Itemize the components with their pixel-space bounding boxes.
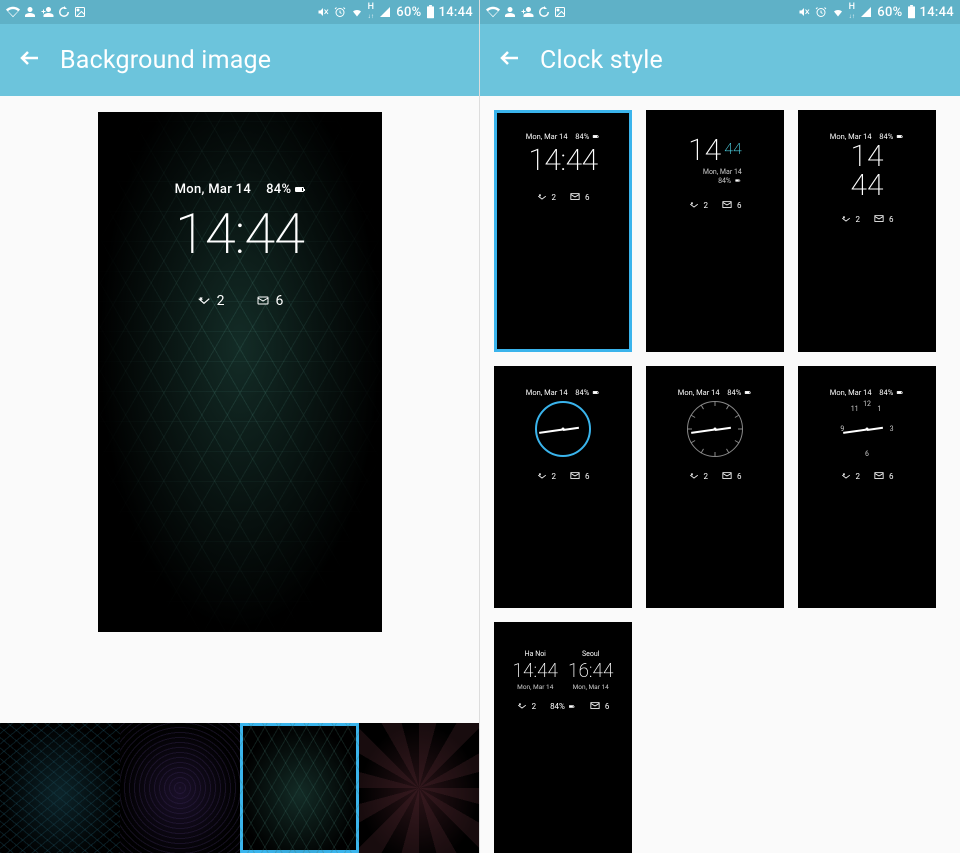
wallpaper-thumb-2[interactable] [120, 723, 240, 853]
style-grid: Mon, Mar 14 84% 14:44 2 6 1444 [494, 110, 958, 853]
signal-icon [859, 6, 873, 18]
clock-style-analog-1[interactable]: Mon, Mar 14 84% 2 6 [494, 366, 632, 608]
battery-mini-icon [569, 705, 574, 708]
signal-icon [378, 6, 392, 18]
back-button[interactable] [18, 46, 42, 74]
battery-mini-icon [897, 391, 902, 394]
wallpaper-thumb-4[interactable] [359, 723, 479, 853]
clock-style-digital-2[interactable]: 1444 Mon, Mar 14 84% 2 6 [646, 110, 784, 352]
wallpaper-preview: Mon, Mar 14 84% 14:44 2 6 [98, 112, 382, 632]
battery-mini-icon [745, 391, 750, 394]
left-pane: H↓↑ 60% 14:44 Background image Mon, Mar … [0, 0, 480, 853]
mute-icon [797, 6, 811, 18]
alarm-icon [815, 6, 827, 18]
missed-call-icon [517, 701, 527, 711]
message-icon [590, 701, 600, 711]
analog-clock-icon: 12 1 11 3 6 9 [839, 401, 895, 457]
missed-call-icon [537, 471, 547, 481]
page-title: Background image [60, 46, 271, 75]
message-icon [722, 471, 732, 481]
page-title: Clock style [540, 46, 663, 75]
message-icon [874, 214, 884, 224]
message-icon [570, 471, 580, 481]
status-bar: H↓↑ 60% 14:44 [0, 0, 479, 24]
back-arrow-icon [498, 46, 522, 70]
preview-notif-row: 2 6 [98, 293, 382, 309]
preview-time: 14:44 [98, 201, 382, 267]
missed-call-icon [196, 294, 212, 308]
battery-mini-icon [593, 135, 598, 138]
person-icon [504, 6, 516, 18]
missed-call-icon [689, 200, 699, 210]
style-time: 1444 Mon, Mar 14 84% [688, 136, 742, 186]
battery-pct: 60% [396, 5, 421, 20]
status-left-icons [6, 5, 86, 19]
gallery-icon [554, 6, 566, 18]
preview-battery: 84% [266, 182, 291, 197]
dual-clock: Ha Noi 14:44 Mon, Mar 14 Seoul 16:44 Mon… [513, 650, 614, 691]
wallpaper-thumb-1[interactable] [0, 723, 120, 853]
status-right-icons: H↓↑ 60% 14:44 [797, 3, 954, 21]
status-right-icons: H↓↑ 60% 14:44 [316, 3, 473, 21]
wifi-notif-icon [6, 5, 20, 19]
battery-pct: 60% [877, 5, 902, 20]
person-add-icon [40, 6, 54, 18]
alarm-icon [334, 6, 346, 18]
missed-call-icon [841, 214, 851, 224]
battery-info: 84% [550, 702, 576, 711]
mute-icon [316, 6, 330, 18]
style-grid-scroll[interactable]: Mon, Mar 14 84% 14:44 2 6 1444 [480, 96, 960, 853]
missed-call-icon [537, 192, 547, 202]
battery-icon [426, 5, 435, 19]
message-icon [722, 200, 732, 210]
message-icon [874, 471, 884, 481]
back-button[interactable] [498, 46, 522, 74]
person-add-icon [520, 6, 534, 18]
analog-clock-icon [687, 401, 743, 457]
clock-style-analog-3[interactable]: Mon, Mar 14 84% 12 1 11 3 6 9 [798, 366, 936, 608]
app-bar: Clock style [480, 24, 960, 96]
wifi-icon [831, 6, 845, 18]
right-pane: H↓↑ 60% 14:44 Clock style Mon, Mar 14 84… [480, 0, 960, 853]
gallery-icon [74, 6, 86, 18]
style-time: 14:44 [528, 143, 597, 178]
app-bar: Background image [0, 24, 479, 96]
sync-icon [58, 6, 70, 18]
message-icon [255, 295, 271, 307]
status-clock: 14:44 [920, 5, 954, 20]
back-arrow-icon [18, 46, 42, 70]
person-icon [24, 6, 36, 18]
messages: 6 [255, 293, 284, 309]
battery-mini-icon [295, 187, 304, 192]
wifi-icon [350, 6, 364, 18]
battery-icon [907, 5, 916, 19]
battery-mini-icon [593, 391, 598, 394]
clock-style-dual[interactable]: Ha Noi 14:44 Mon, Mar 14 Seoul 16:44 Mon… [494, 622, 632, 853]
status-clock: 14:44 [439, 5, 473, 20]
wallpaper-thumb-3[interactable] [240, 723, 360, 853]
battery-mini-icon [735, 179, 740, 182]
wifi-notif-icon [486, 5, 500, 19]
battery-mini-icon [897, 135, 902, 138]
analog-clock-icon [535, 401, 591, 457]
clock-style-digital-3[interactable]: Mon, Mar 14 84% 14 44 2 6 [798, 110, 936, 352]
preview-area: Mon, Mar 14 84% 14:44 2 6 [0, 96, 479, 723]
sync-icon [538, 6, 550, 18]
status-left-icons [486, 5, 566, 19]
clock-style-analog-2[interactable]: Mon, Mar 14 84% [646, 366, 784, 608]
network-h-icon: H↓↑ [368, 3, 375, 21]
missed-call-icon [689, 471, 699, 481]
style-time: 14 44 [850, 143, 883, 200]
status-bar: H↓↑ 60% 14:44 [480, 0, 960, 24]
clock-style-digital-1[interactable]: Mon, Mar 14 84% 14:44 2 6 [494, 110, 632, 352]
network-h-icon: H↓↑ [849, 3, 856, 21]
missed-call-icon [841, 471, 851, 481]
message-icon [570, 192, 580, 202]
preview-date-row: Mon, Mar 14 84% [175, 182, 305, 197]
missed-calls: 2 [196, 293, 225, 309]
preview-date: Mon, Mar 14 [175, 182, 251, 197]
wallpaper-thumbs [0, 723, 479, 853]
